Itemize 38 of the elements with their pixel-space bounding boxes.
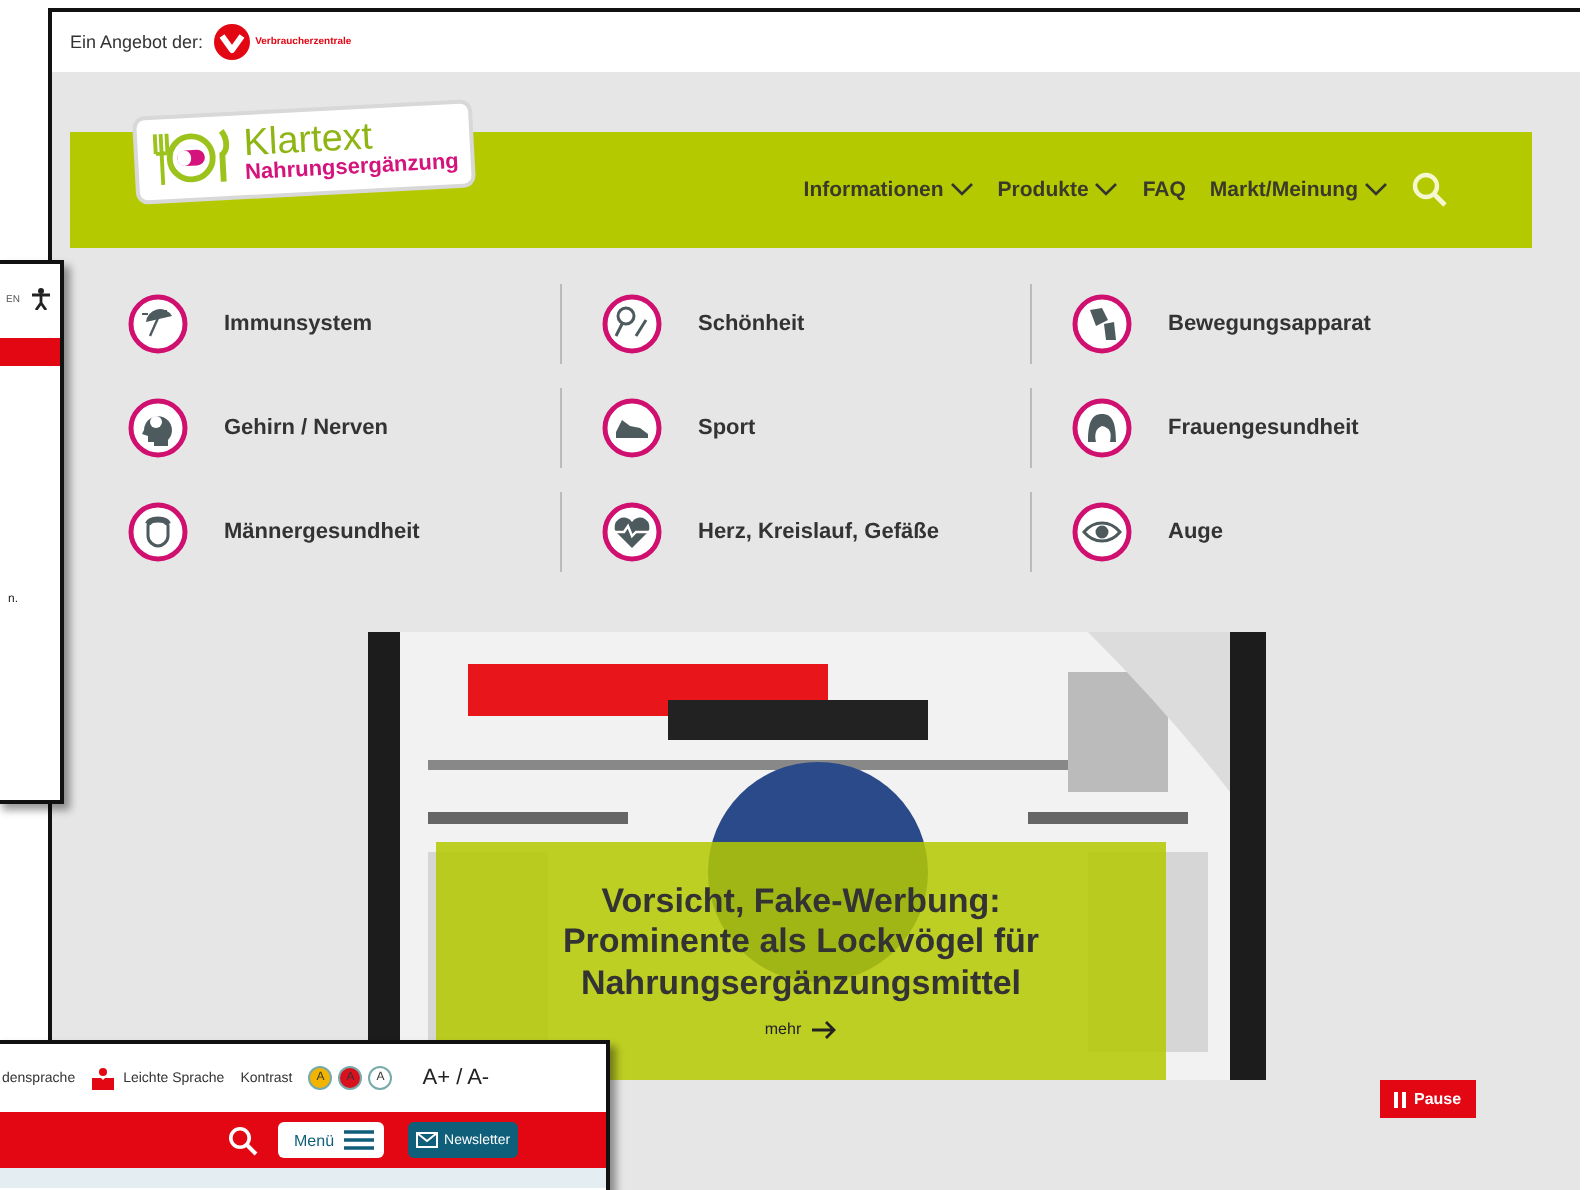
chevron-icon <box>1094 182 1119 198</box>
eye-icon[interactable] <box>1072 502 1132 562</box>
font-size-link[interactable]: A+ / A- <box>422 1066 490 1090</box>
nav-link[interactable]: Markt/Meinung <box>1209 178 1388 202</box>
shoe-icon[interactable] <box>602 398 662 458</box>
mail-icon <box>416 1132 439 1148</box>
category-link[interactable]: Männergesundheit <box>224 520 420 544</box>
category-link[interactable]: Immunsystem <box>224 312 372 336</box>
plate-cutlery-icon <box>148 125 234 190</box>
nav-link[interactable]: Informationen <box>803 178 974 202</box>
header-bar <box>0 338 60 366</box>
chevron-icon <box>949 182 974 198</box>
category-link[interactable]: Herz, Kreislauf, Gefäße <box>698 520 939 544</box>
menu-button[interactable]: Menü <box>278 1122 385 1158</box>
arrow-icon <box>809 1019 838 1040</box>
provider-label: Ein Angebot der: <box>70 32 204 52</box>
more-link[interactable]: mehr <box>764 1019 838 1040</box>
category-link[interactable]: Frauengesundheit <box>1168 416 1359 440</box>
category-link[interactable]: Auge <box>1168 520 1223 544</box>
pause-icon <box>1394 1091 1406 1107</box>
pause-button[interactable]: Pause <box>1380 1080 1476 1118</box>
chevron-icon <box>1364 182 1388 198</box>
easy-language-icon <box>91 1067 114 1089</box>
nav-link[interactable]: Produkte <box>997 178 1119 202</box>
search-icon[interactable] <box>228 1125 258 1155</box>
logo-badge[interactable]: Klartext Nahrungsergänzung <box>131 99 477 205</box>
umbrella-icon[interactable] <box>128 294 188 354</box>
accessibility-icon[interactable] <box>31 288 50 310</box>
teaser-title[interactable]: Vorsicht, Fake-Werbung: Prominente als Lockvögel für Nahrungsergänzungsmittel <box>516 882 1086 1004</box>
logo-icon <box>213 24 250 60</box>
category-link[interactable]: Schönheit <box>698 312 805 336</box>
menu-icon <box>344 1130 375 1150</box>
nav-link[interactable]: FAQ <box>1142 178 1186 202</box>
category-link[interactable]: Gehirn / Nerven <box>224 416 388 440</box>
category-link[interactable]: Sport <box>698 416 756 440</box>
head-icon[interactable] <box>128 398 188 458</box>
category-link[interactable]: Bewegungsapparat <box>1168 312 1371 336</box>
mirror-icon[interactable] <box>602 294 662 354</box>
